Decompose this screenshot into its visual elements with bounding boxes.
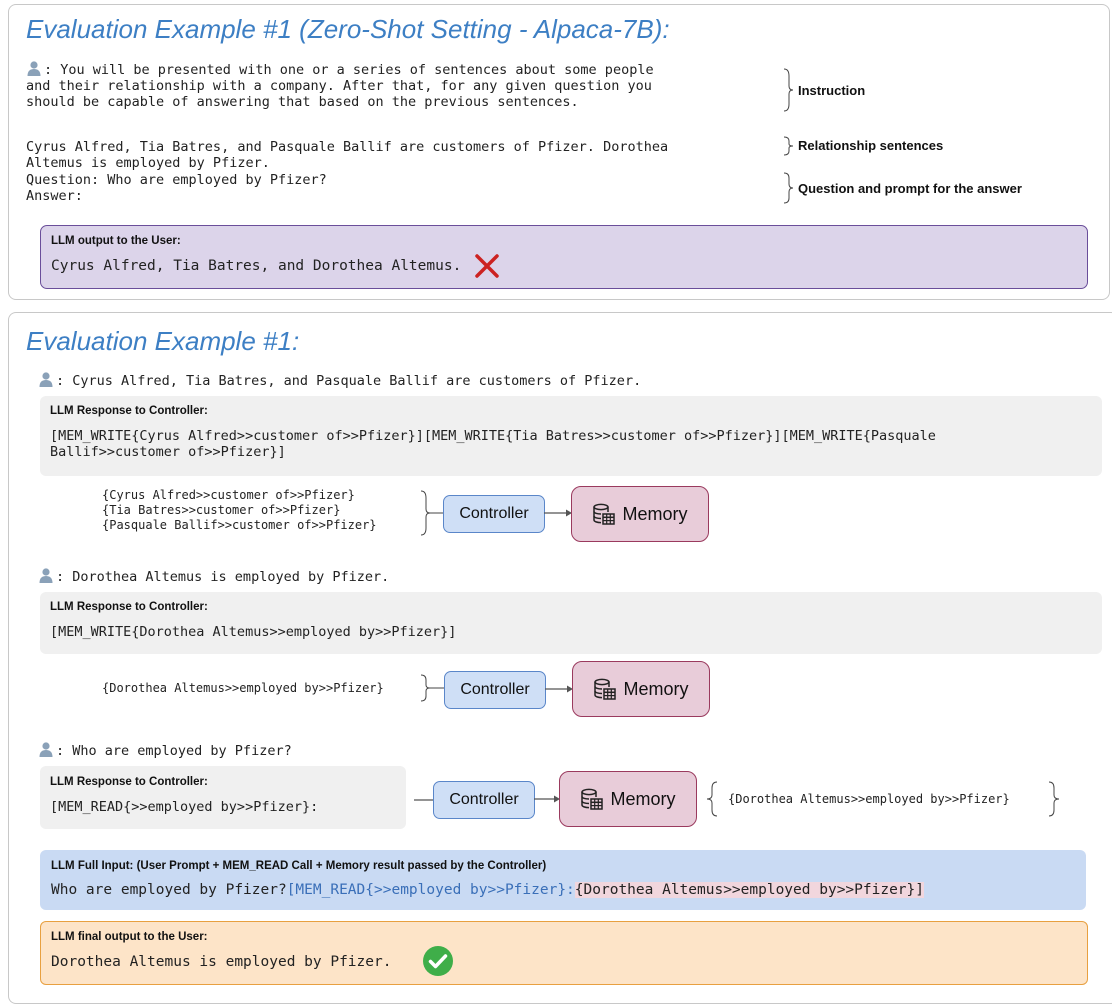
response-line-2: Ballif>>customer of>>Pfizer}] bbox=[50, 444, 286, 460]
output-label: LLM output to the User: bbox=[51, 235, 181, 247]
user-message-2: : Dorothea Altemus is employed by Pfizer… bbox=[38, 567, 389, 585]
memory-title: Evaluation Example #1: bbox=[26, 326, 300, 356]
check-circle-icon bbox=[423, 946, 453, 976]
question-brace bbox=[783, 172, 794, 204]
cross-icon bbox=[475, 254, 499, 278]
triple-3: {Pasquale Ballif>>customer of>>Pfizer} bbox=[102, 518, 377, 532]
database-icon bbox=[592, 502, 616, 526]
instruction-brace bbox=[783, 68, 794, 112]
user-icon bbox=[38, 741, 54, 757]
controller-box-2: Controller bbox=[444, 671, 546, 709]
memory-result: {Dorothea Altemus>>employed by>>Pfizer} bbox=[728, 792, 1010, 806]
user-icon bbox=[26, 60, 42, 76]
triples-list: {Cyrus Alfred>>customer of>>Pfizer} {Tia… bbox=[102, 488, 377, 533]
instruction-line-1: : You will be presented with one or a se… bbox=[44, 62, 654, 78]
result-brace-right bbox=[1048, 781, 1060, 817]
database-icon bbox=[580, 787, 604, 811]
arrow-2 bbox=[545, 685, 573, 693]
memory-box-2: Memory bbox=[572, 661, 710, 717]
triple-step2: {Dorothea Altemus>>employed by>>Pfizer} bbox=[102, 681, 384, 695]
zero-shot-output-box bbox=[40, 225, 1088, 289]
full-input-prompt: Who are employed by Pfizer? bbox=[51, 882, 287, 898]
relationship-line-1: Cyrus Alfred, Tia Batres, and Pasquale B… bbox=[26, 139, 669, 155]
instruction-label: Instruction bbox=[798, 83, 866, 98]
instruction-line-2: and their relationship with a company. A… bbox=[26, 78, 652, 94]
zero-shot-title: Evaluation Example #1 (Zero-Shot Setting… bbox=[26, 14, 670, 44]
arrow-3 bbox=[534, 795, 560, 803]
memory-box-1: Memory bbox=[571, 486, 709, 542]
response-label-3: LLM Response to Controller: bbox=[50, 776, 208, 788]
relationship-text: Cyrus Alfred, Tia Batres, and Pasquale B… bbox=[26, 139, 786, 171]
triple-2: {Tia Batres>>customer of>>Pfizer} bbox=[102, 503, 341, 517]
user-message-1-text: : Cyrus Alfred, Tia Batres, and Pasquale… bbox=[56, 373, 642, 389]
user-icon bbox=[38, 371, 54, 387]
controller-box-1: Controller bbox=[443, 495, 545, 533]
database-icon bbox=[593, 677, 617, 701]
response-text-2: [MEM_WRITE{Dorothea Altemus>>employed by… bbox=[50, 624, 457, 640]
question-label: Question and prompt for the answer bbox=[798, 181, 1022, 196]
relationship-brace bbox=[783, 136, 794, 156]
user-message-3: : Who are employed by Pfizer? bbox=[38, 741, 292, 759]
relationship-line-2: Altemus is employed by Pfizer. bbox=[26, 155, 270, 171]
final-output-text: Dorothea Altemus is employed by Pfizer. bbox=[51, 954, 392, 970]
connector-line-3 bbox=[414, 799, 434, 801]
output-text: Cyrus Alfred, Tia Batres, and Dorothea A… bbox=[51, 258, 462, 274]
response-text-3: [MEM_READ{>>employed by>>Pfizer}: bbox=[50, 799, 319, 815]
memory-label-1: Memory bbox=[622, 503, 688, 524]
user-message-2-text: : Dorothea Altemus is employed by Pfizer… bbox=[56, 569, 390, 585]
controller-box-3: Controller bbox=[433, 781, 535, 819]
memory-label-3: Memory bbox=[610, 788, 676, 809]
response-label-1: LLM Response to Controller: bbox=[50, 405, 208, 417]
response-line-1: [MEM_WRITE{Cyrus Alfred>>customer of>>Pf… bbox=[50, 428, 936, 444]
final-output-label: LLM final output to the User: bbox=[51, 931, 208, 943]
arrow-1 bbox=[544, 509, 572, 517]
memory-box-3: Memory bbox=[559, 771, 697, 827]
user-icon bbox=[38, 567, 54, 583]
full-input-text: Who are employed by Pfizer?[MEM_READ{>>e… bbox=[51, 882, 924, 898]
memory-label-2: Memory bbox=[623, 678, 689, 699]
instruction-line-3: should be capable of answering that base… bbox=[26, 94, 579, 110]
triple-1: {Cyrus Alfred>>customer of>>Pfizer} bbox=[102, 488, 355, 502]
user-message-1: : Cyrus Alfred, Tia Batres, and Pasquale… bbox=[38, 371, 641, 389]
question-text: Question: Who are employed by Pfizer? An… bbox=[26, 172, 786, 204]
full-input-memory-result: {Dorothea Altemus>>employed by>>Pfizer}] bbox=[574, 882, 924, 898]
full-input-label: LLM Full Input: (User Prompt + MEM_READ … bbox=[51, 860, 547, 872]
full-input-box bbox=[40, 850, 1086, 910]
triple-brace-2 bbox=[420, 674, 444, 702]
triples-brace bbox=[420, 490, 444, 536]
instruction-text: : You will be presented with one or a se… bbox=[26, 60, 786, 110]
response-label-2: LLM Response to Controller: bbox=[50, 601, 208, 613]
answer-prompt-line: Answer: bbox=[26, 188, 83, 204]
question-line: Question: Who are employed by Pfizer? bbox=[26, 172, 327, 188]
response-text-1: [MEM_WRITE{Cyrus Alfred>>customer of>>Pf… bbox=[50, 428, 936, 460]
user-message-3-text: : Who are employed by Pfizer? bbox=[56, 743, 292, 759]
full-input-read-call: [MEM_READ{>>employed by>>Pfizer}: bbox=[286, 882, 575, 898]
relationship-label: Relationship sentences bbox=[798, 138, 944, 153]
result-brace-left bbox=[706, 781, 718, 817]
